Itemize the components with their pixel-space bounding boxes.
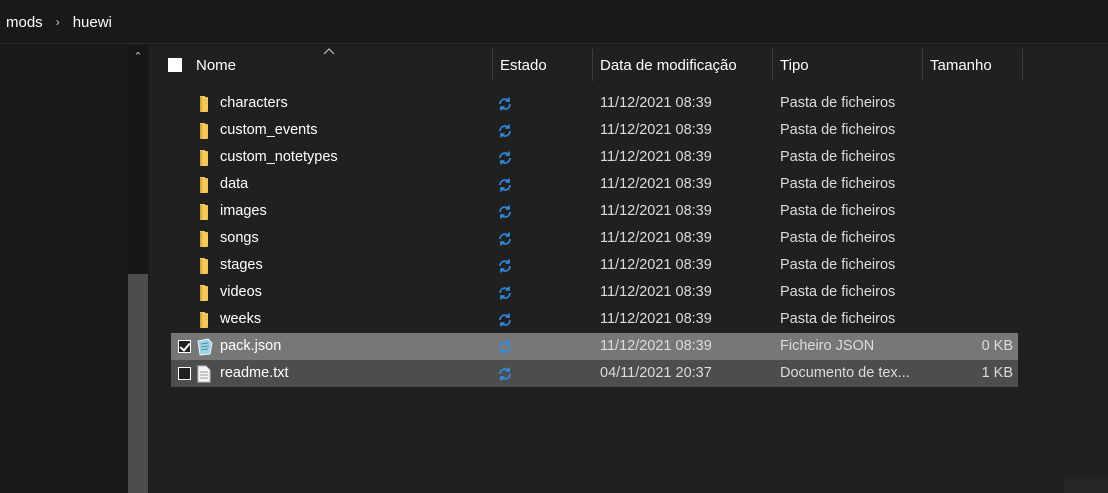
address-bar: mods › huewi [0,0,1108,44]
modified-date: 11/12/2021 08:39 [600,338,712,354]
file-name[interactable]: weeks [220,306,261,333]
column-divider[interactable] [492,49,493,81]
chevron-right-icon[interactable]: › [53,15,63,29]
column-divider[interactable] [1022,49,1023,81]
modified-date: 11/12/2021 08:39 [600,284,712,300]
file-name[interactable]: stages [220,252,263,279]
modified-date: 11/12/2021 08:39 [600,176,712,192]
folder-icon [196,203,212,221]
folder-icon [196,257,212,275]
file-size: 0 KB [981,338,1013,354]
file-type: Pasta de ficheiros [780,122,896,138]
modified-date: 04/11/2021 20:37 [600,365,712,381]
file-type: Documento de tex... [780,365,910,381]
file-type: Pasta de ficheiros [780,176,896,192]
column-divider[interactable] [592,49,593,81]
table-row[interactable]: readme.txt 04/11/2021 20:37 Documento de t… [171,360,1018,387]
table-row[interactable]: characters 11/12/2021 08:39 Pasta de fiche… [171,90,1018,117]
sync-status-icon [497,258,513,274]
table-row[interactable]: videos 11/12/2021 08:39 Pasta de ficheiros [171,279,1018,306]
folder-icon [196,284,212,302]
text-file-icon [196,365,212,383]
file-name[interactable]: custom_notetypes [220,144,338,171]
table-row[interactable]: custom_events 11/12/2021 08:39 Pasta de fi… [171,117,1018,144]
table-row[interactable]: data 11/12/2021 08:39 Pasta de ficheiros [171,171,1018,198]
modified-date: 11/12/2021 08:39 [600,257,712,273]
sync-status-icon [497,312,513,328]
modified-date: 11/12/2021 08:39 [600,149,712,165]
file-name[interactable]: custom_events [220,117,318,144]
sync-status-icon [497,150,513,166]
file-type: Pasta de ficheiros [780,257,896,273]
modified-date: 11/12/2021 08:39 [600,230,712,246]
sync-status-icon [497,96,513,112]
file-type: Pasta de ficheiros [780,230,896,246]
table-row[interactable]: weeks 11/12/2021 08:39 Pasta de ficheiros [171,306,1018,333]
sync-status-icon [497,231,513,247]
table-row[interactable]: songs 11/12/2021 08:39 Pasta de ficheiros [171,225,1018,252]
column-header: Nome Estado Data de modificação Tipo Tam… [149,45,1108,81]
file-type: Pasta de ficheiros [780,284,896,300]
nav-scrollbar-thumb[interactable] [128,274,148,493]
table-row[interactable]: images 11/12/2021 08:39 Pasta de ficheiros [171,198,1018,225]
file-type: Pasta de ficheiros [780,149,896,165]
file-name[interactable]: readme.txt [220,360,289,387]
folder-icon [196,230,212,248]
file-name[interactable]: songs [220,225,259,252]
modified-date: 11/12/2021 08:39 [600,203,712,219]
breadcrumb-item-huewi[interactable]: huewi [73,14,112,31]
modified-date: 11/12/2021 08:39 [600,122,712,138]
folder-icon [196,311,212,329]
sort-ascending-icon [323,48,335,55]
folder-icon [196,149,212,167]
file-size: 1 KB [981,365,1013,381]
table-row[interactable]: custom_notetypes 11/12/2021 08:39 Pasta de… [171,144,1018,171]
column-header-size[interactable]: Tamanho [930,45,992,81]
folder-icon [196,122,212,140]
sync-status-icon [497,123,513,139]
navigation-pane [0,45,148,493]
folder-icon [196,95,212,113]
file-list: Nome Estado Data de modificação Tipo Tam… [149,45,1108,493]
folder-icon [196,176,212,194]
sync-status-icon [497,285,513,301]
file-type: Ficheiro JSON [780,338,875,354]
json-file-icon [196,338,213,356]
select-all-checkbox[interactable] [168,58,182,72]
column-divider[interactable] [922,49,923,81]
modified-date: 11/12/2021 08:39 [600,95,712,111]
file-type: Pasta de ficheiros [780,203,896,219]
row-checkbox[interactable] [178,340,191,353]
modified-date: 11/12/2021 08:39 [600,311,712,327]
column-header-name[interactable]: Nome [196,45,236,81]
file-name[interactable]: videos [220,279,262,306]
breadcrumb: mods › huewi [6,12,112,32]
file-name[interactable]: data [220,171,248,198]
column-header-modified[interactable]: Data de modificação [600,45,737,81]
window-corner [1064,479,1108,493]
breadcrumb-item-mods[interactable]: mods [6,14,43,31]
column-header-status[interactable]: Estado [500,45,547,81]
sync-status-icon [497,204,513,220]
file-name[interactable]: pack.json [220,333,281,360]
row-checkbox[interactable] [178,367,191,380]
sync-status-icon [497,177,513,193]
file-name[interactable]: images [220,198,267,225]
file-type: Pasta de ficheiros [780,95,896,111]
table-row[interactable]: pack.json 11/12/2021 08:39 Ficheiro JSON 0 … [171,333,1018,360]
sync-status-icon [497,366,513,382]
sync-status-icon [497,339,513,355]
file-type: Pasta de ficheiros [780,311,896,327]
scroll-up-arrow-icon[interactable]: ⌃ [131,50,145,64]
table-row[interactable]: stages 11/12/2021 08:39 Pasta de ficheiros [171,252,1018,279]
column-divider[interactable] [772,49,773,81]
column-header-type[interactable]: Tipo [780,45,809,81]
file-name[interactable]: characters [220,90,288,117]
